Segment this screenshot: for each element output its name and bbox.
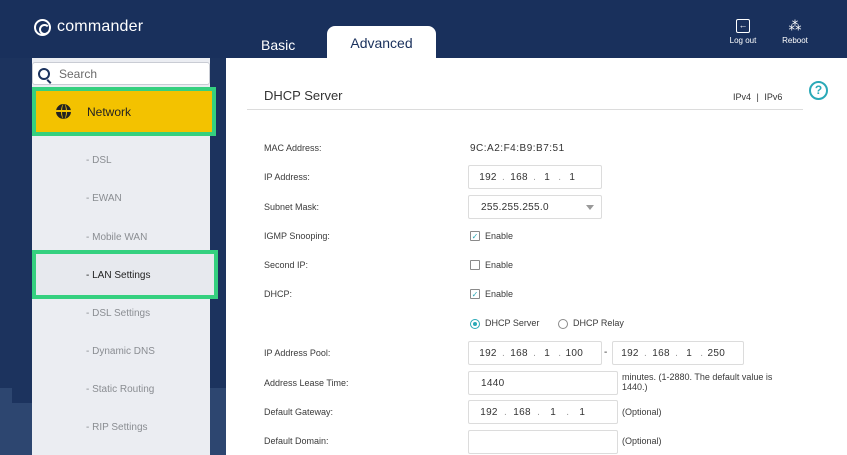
ip-octet[interactable]: 168 — [507, 407, 537, 418]
ipv6-link[interactable]: IPv6 — [764, 92, 782, 102]
sidebar-item-network[interactable]: Network — [32, 87, 216, 136]
sidebar-item-rip-settings[interactable]: - RIP Settings — [86, 422, 148, 433]
tab-basic[interactable]: Basic — [261, 37, 295, 53]
tab-advanced[interactable]: Advanced — [327, 26, 436, 60]
globe-icon — [56, 104, 71, 119]
default-domain-input[interactable] — [468, 430, 618, 454]
decor-shape — [210, 388, 226, 455]
igmp-snooping-label: IGMP Snooping: — [264, 231, 330, 241]
ip-address-label: IP Address: — [264, 172, 310, 182]
divider — [247, 109, 803, 110]
sidebar-item-dsl[interactable]: - DSL — [86, 155, 112, 166]
ip-octet[interactable]: 250 — [703, 348, 729, 359]
sidebar-item-label: - LAN Settings — [86, 270, 151, 281]
default-domain-hint: (Optional) — [622, 436, 662, 446]
ip-pool-start-field[interactable]: 192. 168. 1. 100 — [468, 341, 602, 365]
lease-time-label: Address Lease Time: — [264, 378, 349, 388]
default-gateway-hint: (Optional) — [622, 407, 662, 417]
ip-octet[interactable]: 192 — [474, 172, 502, 183]
ip-version-switch: IPv4 | IPv6 — [733, 92, 782, 102]
sidebar-item-ewan[interactable]: - EWAN — [86, 193, 122, 204]
ipv4-link[interactable]: IPv4 — [733, 92, 751, 102]
mac-address-label: MAC Address: — [264, 143, 322, 153]
reboot-label: Reboot — [782, 36, 808, 45]
ipv-separator: | — [756, 92, 759, 102]
tab-advanced-label: Advanced — [350, 35, 413, 51]
ip-octet[interactable]: 168 — [647, 348, 675, 359]
ip-pool-label: IP Address Pool: — [264, 348, 331, 358]
sidebar-item-lan-settings[interactable]: - LAN Settings — [32, 250, 218, 299]
logout-icon: ← — [736, 19, 750, 33]
dhcp-relay-label: DHCP Relay — [573, 318, 624, 328]
decor-shape — [0, 388, 12, 455]
subnet-mask-label: Subnet Mask: — [264, 202, 320, 212]
subnet-mask-value: 255.255.255.0 — [481, 201, 549, 213]
igmp-enable-checkbox[interactable]: ✓ — [470, 231, 480, 241]
second-ip-label: Second IP: — [264, 260, 309, 270]
ip-octet[interactable]: 192 — [474, 407, 504, 418]
default-domain-label: Default Domain: — [264, 436, 329, 446]
default-gateway-field[interactable]: 192. 168. 1. 1 — [468, 400, 618, 424]
sidebar-item-static-routing[interactable]: - Static Routing — [86, 384, 154, 395]
search-input[interactable]: Search — [32, 62, 210, 85]
mac-address-value: 9C:A2:F4:B9:B7:51 — [470, 143, 565, 154]
decor-shape — [12, 403, 32, 455]
reboot-icon: ⁂ — [788, 18, 802, 33]
ip-octet[interactable]: 168 — [505, 348, 533, 359]
sidebar-item-dynamic-dns[interactable]: - Dynamic DNS — [86, 346, 155, 357]
igmp-enable-label: Enable — [485, 231, 514, 241]
dhcp-relay-radio[interactable] — [558, 319, 568, 329]
ip-octet[interactable]: 192 — [474, 348, 502, 359]
sidebar-item-dsl-settings[interactable]: - DSL Settings — [86, 308, 150, 319]
subnet-mask-select[interactable]: 255.255.255.0 — [468, 195, 602, 219]
brand-name: commander — [57, 18, 144, 35]
page-title: DHCP Server — [264, 88, 343, 103]
help-icon[interactable]: ? — [809, 81, 828, 100]
dhcp-enable-label: Enable — [485, 289, 514, 299]
dhcp-server-label: DHCP Server — [485, 318, 540, 328]
second-ip-enable-label: Enable — [485, 260, 514, 270]
chevron-down-icon — [586, 205, 594, 210]
logout-button[interactable]: ← Log out — [721, 19, 765, 45]
reboot-button[interactable]: ⁂ Reboot — [773, 18, 817, 46]
commander-logo-icon — [34, 18, 51, 36]
dhcp-label: DHCP: — [264, 289, 293, 299]
ip-octet[interactable]: 1 — [561, 172, 583, 183]
default-gateway-label: Default Gateway: — [264, 407, 334, 417]
ip-octet[interactable]: 1 — [536, 348, 558, 359]
second-ip-enable-checkbox[interactable] — [470, 260, 480, 270]
top-bar: commander Basic Advanced ← Log out ⁂ Reb… — [0, 0, 847, 60]
lease-time-value: 1440 — [481, 377, 505, 389]
ip-octet[interactable]: 192 — [616, 348, 644, 359]
ip-octet[interactable]: 1 — [678, 348, 700, 359]
dhcp-server-radio[interactable] — [470, 319, 480, 329]
ip-pool-dash: - — [604, 347, 608, 358]
sidebar-item-mobile-wan[interactable]: - Mobile WAN — [86, 232, 147, 243]
search-icon — [38, 67, 50, 80]
search-placeholder: Search — [59, 66, 98, 81]
dhcp-enable-checkbox[interactable]: ✓ — [470, 289, 480, 299]
ip-octet[interactable]: 168 — [505, 172, 533, 183]
lease-time-hint: minutes. (1-2880. The default value is 1… — [622, 372, 773, 392]
ip-octet[interactable]: 1 — [536, 172, 558, 183]
brand-logo: commander — [34, 18, 143, 36]
ip-pool-end-field[interactable]: 192. 168. 1. 250 — [612, 341, 744, 365]
lease-time-input[interactable]: 1440 — [468, 371, 618, 395]
sidebar-item-label: Network — [87, 104, 132, 119]
ip-octet[interactable]: 1 — [540, 407, 566, 418]
ip-address-field[interactable]: 192. 168. 1. 1 — [468, 165, 602, 189]
ip-octet[interactable]: 100 — [561, 348, 587, 359]
ip-octet[interactable]: 1 — [569, 407, 595, 418]
logout-label: Log out — [729, 36, 757, 45]
